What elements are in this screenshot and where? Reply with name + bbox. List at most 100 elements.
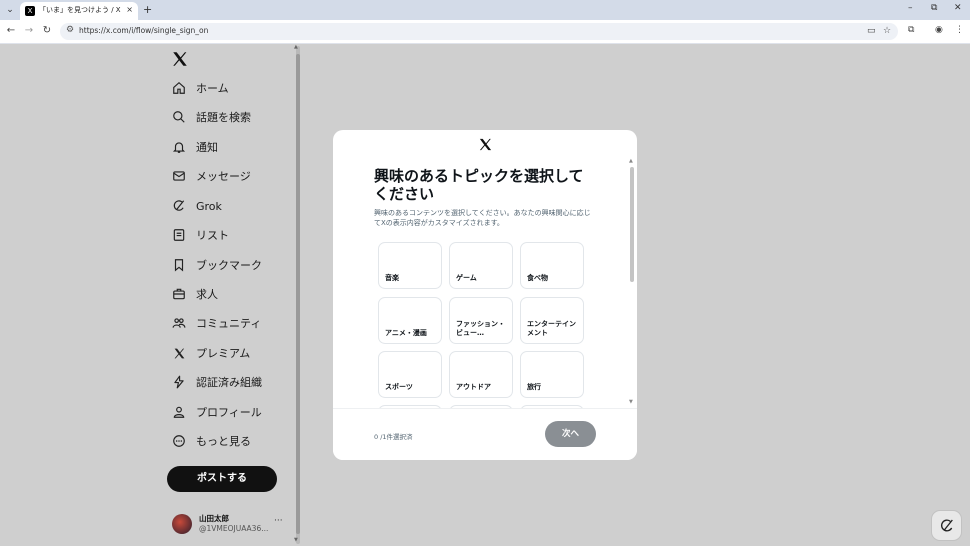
tab-close-button[interactable]: × [126,5,133,14]
sidebar-item-home[interactable]: ホーム [171,77,229,99]
browser-toolbar: ← → ↻ ⚙ https://x.com/i/flow/single_sign… [0,20,970,43]
post-button[interactable]: ポストする [167,466,277,492]
topic-card[interactable]: スポーツ [378,351,442,398]
sidebar-item-communities[interactable]: コミュニティ [171,312,261,334]
topic-label: エンターテインメント [527,320,576,337]
sidebar-item-label: Grok [196,199,222,213]
star-icon[interactable]: ☆ [883,26,891,36]
menu-icon[interactable]: ⋮ [955,25,964,35]
tab-search-button[interactable]: ⌄ [4,4,16,16]
next-button[interactable]: 次へ [545,421,596,447]
modal-scrollbar[interactable]: ▲ ▼ [629,158,634,407]
person-icon [171,404,187,420]
sidebar-item-messages[interactable]: メッセージ [171,165,251,187]
topic-label: ゲーム [456,274,477,282]
site-info-icon[interactable]: ⚙ [66,25,74,35]
modal-title: 興味のあるトピックを選択してください [374,167,584,203]
bell-icon [171,139,187,155]
people-icon [171,315,187,331]
sidebar-item-grok[interactable]: Grok [171,195,222,217]
sidebar-item-bookmarks[interactable]: ブックマーク [171,254,262,276]
topic-card[interactable]: 音楽 [378,242,442,289]
search-icon [171,109,187,125]
x-favicon-icon: X [25,6,35,16]
profile-icon[interactable]: ◉ [935,25,943,35]
mail-icon [171,168,187,184]
account-more-icon[interactable]: ··· [274,516,283,526]
topic-card[interactable]: エンターテインメント [520,297,584,344]
extensions-icon[interactable]: ⧉ [908,25,914,35]
home-icon [171,80,187,96]
sidebar-item-label: 話題を検索 [196,111,251,124]
selected-count: 0 /1件選択済 [374,433,413,441]
topic-label: アニメ・漫画 [385,329,427,337]
bookmark-icon [171,257,187,273]
sidebar-item-search[interactable]: 話題を検索 [171,106,251,128]
topic-card[interactable]: 旅行 [520,351,584,398]
topic-card[interactable]: ゲーム [449,242,513,289]
x-logo-icon [479,138,492,151]
topic-card[interactable]: アニメ・漫画 [378,297,442,344]
page-scrollbar-thumb[interactable] [296,54,300,534]
sidebar-item-more[interactable]: もっと見る [171,430,251,452]
sidebar-item-label: もっと見る [196,435,251,448]
scroll-down-icon[interactable]: ▼ [294,537,298,543]
grok-icon [171,198,187,214]
list-icon [171,227,187,243]
reload-icon[interactable]: ↻ [41,25,53,36]
topic-label: 旅行 [527,383,541,391]
address-bar[interactable]: ⚙ https://x.com/i/flow/single_sign_on [60,23,898,40]
sidebar-item-notifications[interactable]: 通知 [171,136,218,158]
sidebar-item-label: リスト [196,229,229,242]
topic-label: 音楽 [385,274,399,282]
topic-card[interactable]: アウトドア [449,351,513,398]
x-logo-icon[interactable] [171,50,189,68]
sidebar-item-label: ブックマーク [196,259,262,272]
scroll-up-icon[interactable]: ▲ [294,44,298,50]
briefcase-icon [171,286,187,302]
more-circle-icon [171,433,187,449]
sidebar-item-label: 通知 [196,141,218,154]
topic-card[interactable]: ファッション・ビュー… [449,297,513,344]
account-name: 山田太郎 [199,514,229,523]
browser-chrome: ⌄ X 「いま」を見つけよう / X × + – ⧉ ✕ ← → ↻ ⚙ htt… [0,0,970,44]
avatar [172,514,192,534]
cast-icon[interactable]: ▭ [867,26,876,36]
sidebar-item-profile[interactable]: プロフィール [171,401,262,423]
topic-card[interactable]: 食べ物 [520,242,584,289]
forward-icon[interactable]: → [23,25,35,36]
back-icon[interactable]: ← [5,25,17,36]
url-text: https://x.com/i/flow/single_sign_on [79,26,209,35]
sidebar-item-label: メッセージ [196,170,251,183]
sidebar-item-label: プロフィール [196,406,262,419]
browser-tab[interactable]: X 「いま」を見つけよう / X × [20,2,138,20]
minimize-button[interactable]: – [908,3,913,13]
tab-title: 「いま」を見つけよう / X [39,6,121,14]
account-handle: @1VMEOJUAA36... [199,524,269,533]
account-switcher[interactable]: 山田太郎 @1VMEOJUAA36... ··· [172,512,292,540]
topic-label: ファッション・ビュー… [456,320,505,337]
sidebar-item-label: コミュニティ [196,317,262,330]
new-tab-button[interactable]: + [143,3,152,16]
topics-modal: 興味のあるトピックを選択してください 興味のあるコンテンツを選択してください。あ… [333,130,637,460]
modal-footer: 0 /1件選択済 次へ [333,408,637,460]
scroll-down-icon[interactable]: ▼ [629,399,633,405]
sidebar-item-lists[interactable]: リスト [171,224,229,246]
topic-label: アウトドア [456,383,491,391]
modal-scrollbar-thumb[interactable] [630,167,634,282]
x-icon [171,345,187,361]
lightning-icon [171,374,187,390]
topic-label: 食べ物 [527,274,548,282]
sidebar-item-label: ホーム [196,82,229,95]
sidebar-item-label: プレミアム [196,347,251,360]
scroll-up-icon[interactable]: ▲ [629,158,633,164]
sidebar-item-premium[interactable]: プレミアム [171,342,250,364]
restore-button[interactable]: ⧉ [931,3,937,13]
sidebar-item-verified-orgs[interactable]: 認証済み組織 [171,371,262,393]
window-close-button[interactable]: ✕ [954,3,962,13]
sidebar-item-label: 求人 [196,288,218,301]
page-viewport: ホーム 話題を検索 通知 メッセージ Grok リスト ブックマーク 求人 コミ… [0,44,970,546]
grok-floating-button[interactable] [931,510,962,541]
sidebar-item-jobs[interactable]: 求人 [171,283,218,305]
modal-subtitle: 興味のあるコンテンツを選択してください。あなたの興味関心に応じてXの表示内容がカ… [374,209,591,227]
